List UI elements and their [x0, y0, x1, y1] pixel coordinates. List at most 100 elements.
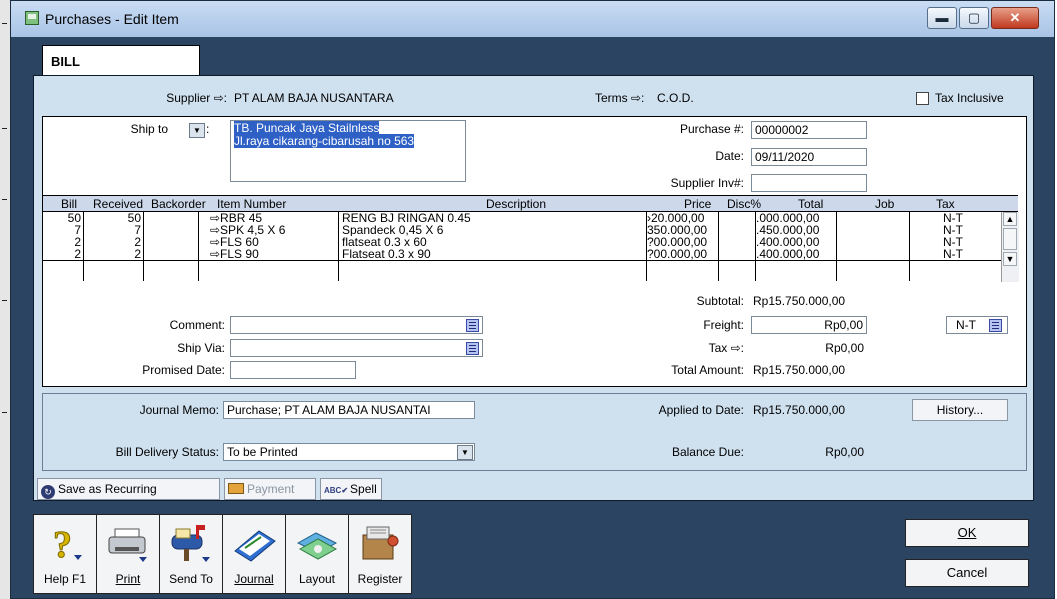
title-bar[interactable]: Purchases - Edit Item ▬ ▢ ✕ — [11, 1, 1054, 37]
help-label: Help F1 — [43, 572, 87, 586]
cell-description[interactable]: flatseat 0.3 x 60 — [342, 236, 642, 248]
register-button[interactable]: Register — [348, 514, 412, 594]
date-field[interactable]: 09/11/2020 — [751, 148, 867, 166]
tax-value: Rp0,00 — [825, 341, 864, 355]
cell-bill[interactable]: 7 — [43, 224, 81, 236]
print-label: Print — [115, 572, 141, 586]
line-items-scrollbar[interactable]: ▲ ▼ — [1001, 212, 1019, 282]
scroll-thumb[interactable] — [1003, 228, 1017, 250]
cell-item-number[interactable]: ⇨RBR 45 — [200, 212, 336, 224]
send-to-label: Send To — [169, 572, 213, 586]
cell-description[interactable]: Flatseat 0.3 x 90 — [342, 248, 642, 260]
ok-button[interactable]: OK — [905, 519, 1029, 547]
tab-bill[interactable]: BILL — [42, 45, 200, 75]
spell-check-icon: ABC✔ — [324, 486, 349, 495]
save-as-recurring-button[interactable]: ↻ Save as Recurring — [37, 478, 220, 500]
cell-description[interactable]: Spandeck 0,45 X 6 — [342, 224, 642, 236]
cell-item-number[interactable]: ⇨SPK 4,5 X 6 — [200, 224, 336, 236]
table-row[interactable]: 50 50 ⇨RBR 45 RENG BJ RINGAN 0.45 ›20.00… — [43, 212, 1018, 224]
bill-form: Supplier ⇨: PT ALAM BAJA NUSANTARA Terms… — [33, 75, 1034, 501]
cell-received[interactable]: 2 — [103, 236, 141, 248]
freight-label: Freight: — [703, 318, 744, 332]
bottom-toolbar: ? Help F1 Print Send To Journal Layout R… — [33, 514, 538, 594]
cell-price[interactable]: ?00.000,00 — [647, 236, 717, 248]
tab-bill-label: BILL — [51, 54, 80, 69]
table-row[interactable]: 7 7 ⇨SPK 4,5 X 6 Spandeck 0,45 X 6 350.0… — [43, 224, 1018, 236]
ship-to-dropdown-button[interactable]: ▼ — [189, 123, 205, 138]
terms-label[interactable]: Terms ⇨: — [595, 91, 644, 105]
cell-bill[interactable]: 2 — [43, 236, 81, 248]
register-drawer-icon — [362, 526, 399, 560]
spell-button[interactable]: ABC✔ Spell — [320, 478, 382, 500]
cell-total[interactable]: .400.000,00 — [756, 236, 835, 248]
table-row[interactable]: 2 2 ⇨FLS 60 flatseat 0.3 x 60 ?00.000,00… — [43, 236, 1018, 248]
freight-tax-list-icon[interactable] — [989, 319, 1002, 332]
cell-tax[interactable]: N-T — [943, 248, 983, 260]
cell-price[interactable]: ›20.000,00 — [647, 212, 717, 224]
cell-price[interactable]: 350.000,00 — [647, 224, 717, 236]
ship-via-field[interactable] — [230, 339, 483, 357]
cell-tax[interactable]: N-T — [943, 212, 983, 224]
cell-received[interactable]: 2 — [103, 248, 141, 260]
register-label: Register — [357, 572, 403, 586]
column-header-price: Price — [684, 197, 712, 211]
table-row[interactable]: 2 2 ⇨FLS 90 Flatseat 0.3 x 90 ?00.000,00… — [43, 248, 1018, 261]
journal-memo-field[interactable]: Purchase; PT ALAM BAJA NUSANTAI — [223, 401, 475, 419]
journal-section: Journal Memo: Purchase; PT ALAM BAJA NUS… — [42, 393, 1027, 471]
column-header-item-number: Item Number — [217, 197, 287, 211]
cancel-button[interactable]: Cancel — [905, 559, 1029, 587]
svg-text:?: ? — [53, 524, 72, 565]
journal-button[interactable]: Journal — [222, 514, 286, 594]
recurring-icon: ↻ — [41, 485, 55, 499]
minimize-button[interactable]: ▬ — [927, 7, 957, 29]
print-button[interactable]: Print — [96, 514, 160, 594]
supplier-invoice-field[interactable] — [751, 174, 867, 192]
cell-price[interactable]: ?00.000,00 — [647, 248, 717, 260]
ship-to-address-field[interactable]: TB. Puncak Jaya Stailnless Jl.raya cikar… — [230, 120, 466, 182]
tax-inclusive-checkbox[interactable] — [916, 92, 929, 105]
comment-field[interactable] — [230, 316, 483, 334]
journal-label: Journal — [234, 572, 274, 586]
tax-label[interactable]: Tax ⇨: — [603, 341, 744, 355]
total-amount-label: Total Amount: — [671, 363, 744, 377]
cell-item-number[interactable]: ⇨FLS 60 — [200, 236, 336, 248]
supplier-label[interactable]: Supplier ⇨: — [104, 91, 227, 105]
cell-tax[interactable]: N-T — [943, 236, 983, 248]
history-button[interactable]: History... — [912, 399, 1008, 421]
scroll-down-button[interactable]: ▼ — [1003, 252, 1017, 266]
cell-total[interactable]: .000.000,00 — [756, 212, 835, 224]
ship-via-list-icon[interactable] — [466, 342, 479, 355]
column-header-backorder: Backorder — [151, 197, 206, 211]
help-button[interactable]: ? Help F1 — [33, 514, 97, 594]
chevron-down-icon[interactable]: ▼ — [457, 445, 473, 460]
ship-to-line-1: TB. Puncak Jaya Stailnless — [234, 121, 380, 135]
purchase-number-field[interactable]: 00000002 — [751, 121, 867, 139]
freight-field[interactable]: Rp0,00 — [751, 316, 867, 334]
cell-total[interactable]: .400.000,00 — [756, 248, 835, 260]
layout-button[interactable]: Layout — [285, 514, 349, 594]
cell-bill[interactable]: 2 — [43, 248, 81, 260]
promised-date-field[interactable] — [230, 361, 356, 379]
desktop-tick — [2, 23, 7, 24]
comment-list-icon[interactable] — [466, 319, 479, 332]
journal-memo-label: Journal Memo: — [139, 403, 219, 417]
cell-tax[interactable]: N-T — [943, 224, 983, 236]
close-button[interactable]: ✕ — [991, 7, 1039, 29]
cell-received[interactable]: 50 — [103, 212, 141, 224]
promised-date-label: Promised Date: — [142, 363, 225, 377]
balance-due-value: Rp0,00 — [825, 445, 864, 459]
cell-received[interactable]: 7 — [103, 224, 141, 236]
applied-to-date-value: Rp15.750.000,00 — [753, 403, 846, 417]
cell-item-number[interactable]: ⇨FLS 90 — [200, 248, 336, 260]
cell-description[interactable]: RENG BJ RINGAN 0.45 — [342, 212, 642, 224]
cell-bill[interactable]: 50 — [43, 212, 81, 224]
cell-total[interactable]: .450.000,00 — [756, 224, 835, 236]
payment-button[interactable]: Payment — [224, 478, 316, 500]
journal-book-icon — [234, 530, 276, 562]
balance-due-label: Balance Due: — [671, 445, 744, 459]
bill-delivery-status-select[interactable]: To be Printed — [223, 443, 475, 461]
window-title: Purchases - Edit Item — [45, 11, 179, 27]
send-to-button[interactable]: Send To — [159, 514, 223, 594]
maximize-button[interactable]: ▢ — [959, 7, 989, 29]
scroll-up-button[interactable]: ▲ — [1003, 212, 1017, 226]
